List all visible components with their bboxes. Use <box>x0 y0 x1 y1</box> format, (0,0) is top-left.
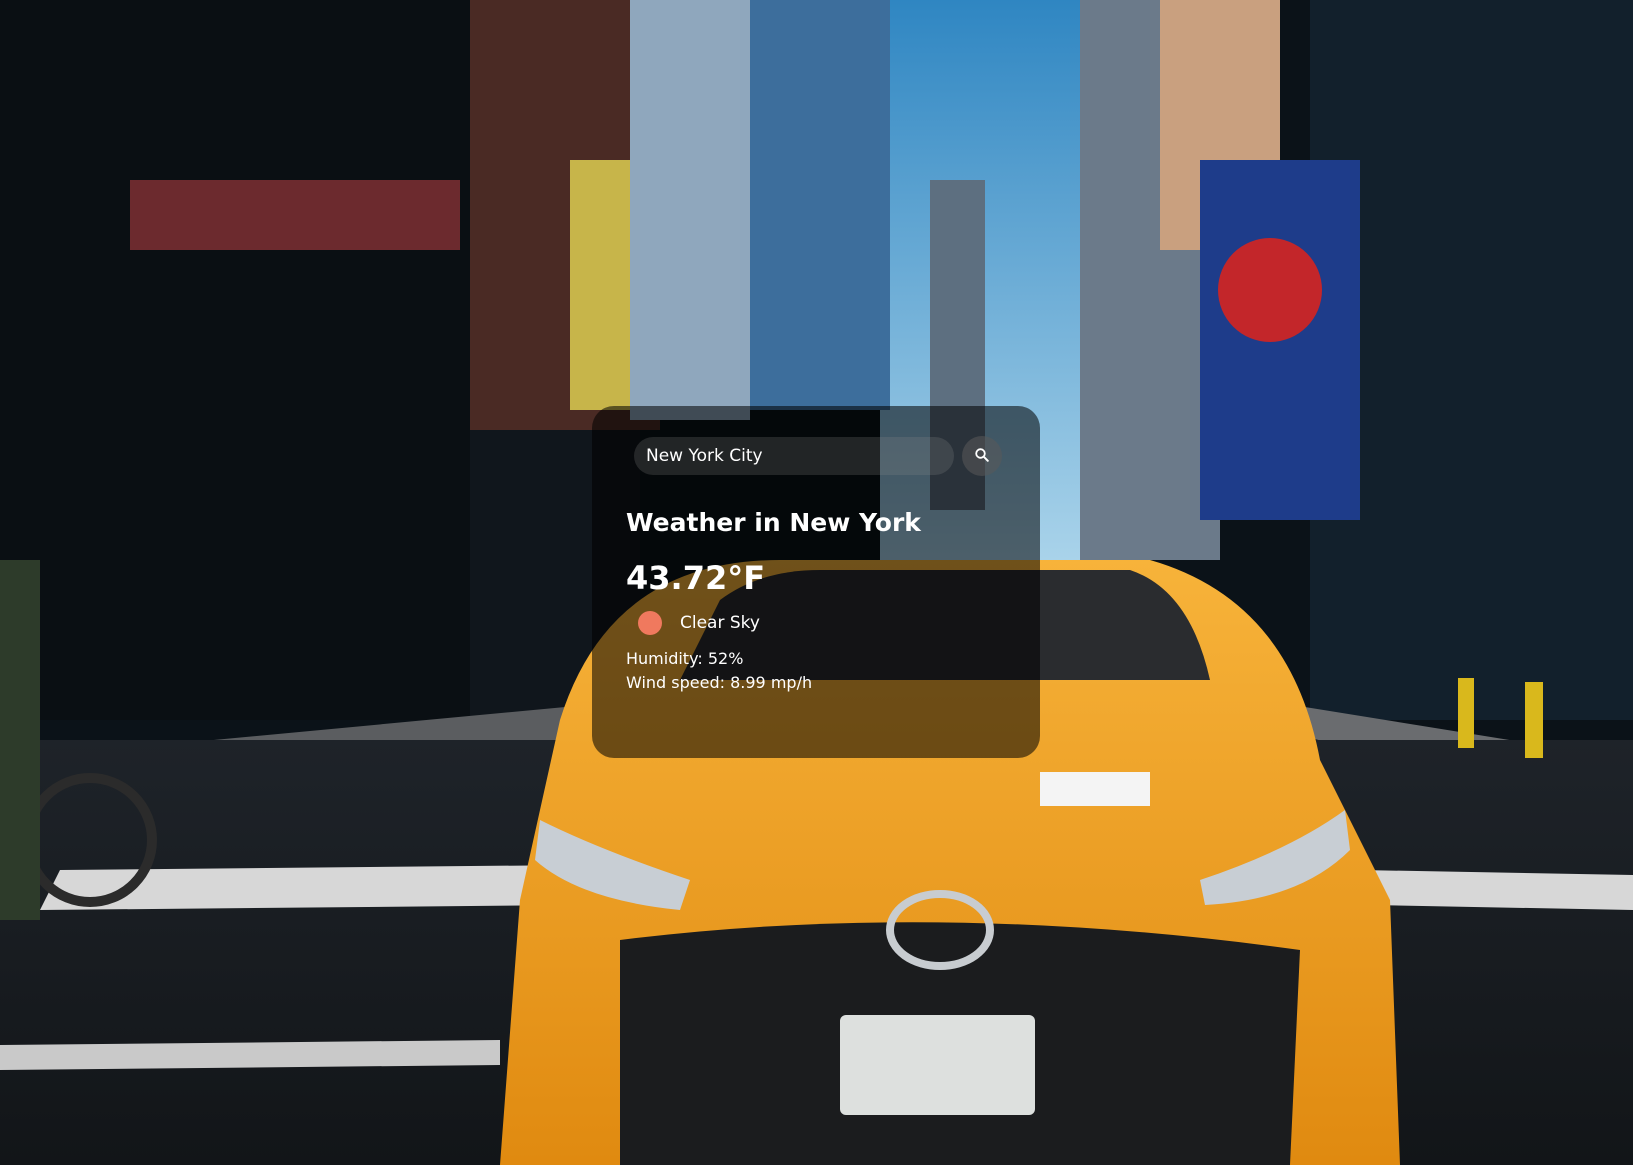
temperature-value: 43.72°F <box>626 559 766 597</box>
condition-label: Clear Sky <box>680 613 760 633</box>
humidity-label: Humidity: 52% <box>626 649 744 668</box>
weather-card: Weather in New York 43.72°F Clear Sky Hu… <box>592 406 1040 758</box>
search-button[interactable] <box>962 436 1002 476</box>
wind-speed-label: Wind speed: 8.99 mp/h <box>626 673 813 692</box>
condition-row: Clear Sky <box>638 611 1006 635</box>
weather-details: Humidity: 52% Wind speed: 8.99 mp/h <box>626 647 1006 695</box>
city-heading: Weather in New York <box>626 508 921 537</box>
search-bar <box>634 436 1006 476</box>
weather-condition-icon <box>638 611 662 635</box>
search-input[interactable] <box>634 437 954 475</box>
search-icon <box>974 447 990 466</box>
